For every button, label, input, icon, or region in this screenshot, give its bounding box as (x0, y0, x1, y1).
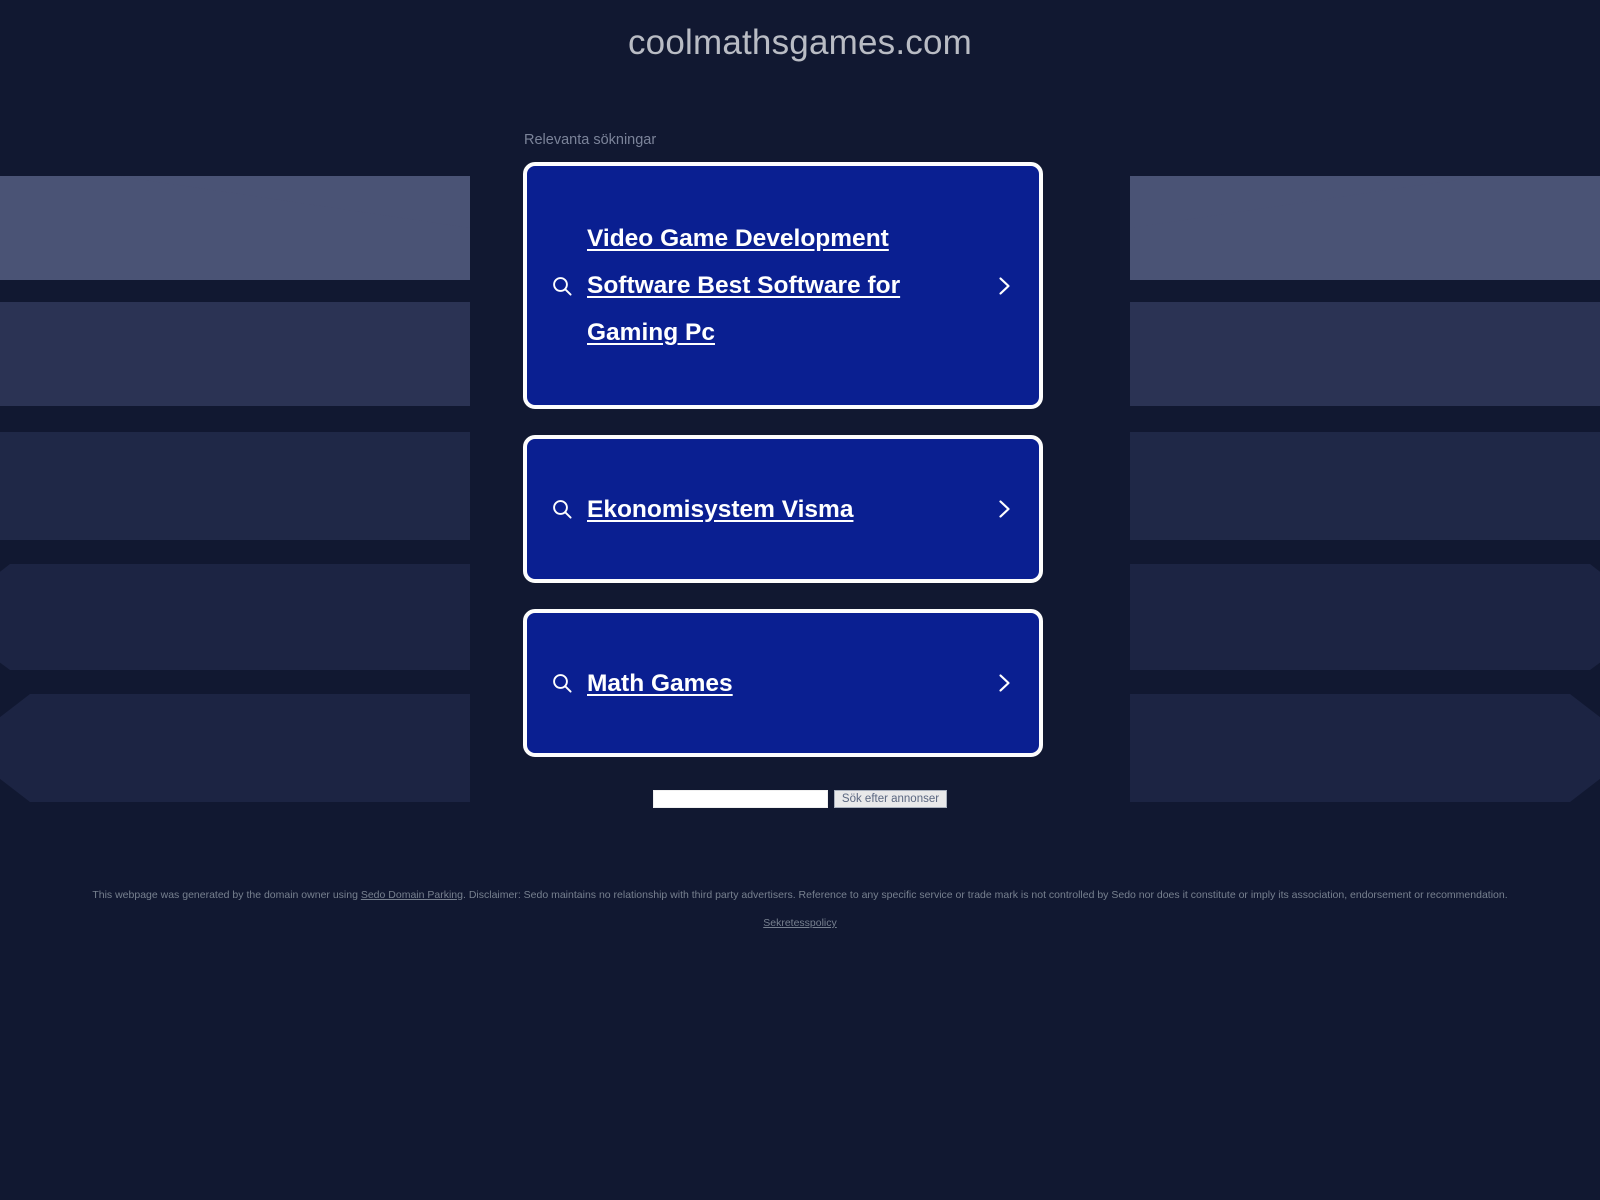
footer: This webpage was generated by the domain… (0, 886, 1600, 932)
ad-card-1[interactable]: Video Game Development Software Best Sof… (523, 162, 1043, 409)
ad-card-2[interactable]: Ekonomisystem Visma (523, 435, 1043, 583)
search-input[interactable] (652, 790, 828, 808)
privacy-policy-link[interactable]: Sekretesspolicy (763, 917, 837, 929)
ad-card-title[interactable]: Ekonomisystem Visma (587, 486, 979, 533)
search-icon (547, 668, 577, 698)
search-icon (547, 494, 577, 524)
sedo-domain-parking-link[interactable]: Sedo Domain Parking (361, 889, 463, 901)
related-searches-label: Relevanta sökningar (524, 132, 657, 148)
related-searches-section: Relevanta sökningar Video Game Developme… (523, 128, 1043, 783)
disclaimer-text-before: This webpage was generated by the domain… (92, 889, 361, 901)
ad-search-form: Sök efter annonser (0, 790, 1600, 808)
search-icon (547, 271, 577, 301)
page-title: coolmathsgames.com (627, 23, 972, 62)
disclaimer-text-after: . Disclaimer: Sedo maintains no relation… (462, 889, 1508, 901)
search-ads-button[interactable]: Sök efter annonser (833, 790, 948, 808)
chevron-right-icon (991, 273, 1017, 299)
privacy-policy-row: Sekretesspolicy (0, 913, 1600, 932)
page-root: coolmathsgames.com Relevanta sökningar V… (0, 0, 1600, 1200)
ad-card-title[interactable]: Math Games (587, 660, 979, 707)
disclaimer-text: This webpage was generated by the domain… (0, 886, 1600, 904)
chevron-right-icon (991, 496, 1017, 522)
ad-card-3[interactable]: Math Games (523, 609, 1043, 757)
ad-card-title[interactable]: Video Game Development Software Best Sof… (587, 215, 979, 356)
chevron-right-icon (991, 670, 1017, 696)
